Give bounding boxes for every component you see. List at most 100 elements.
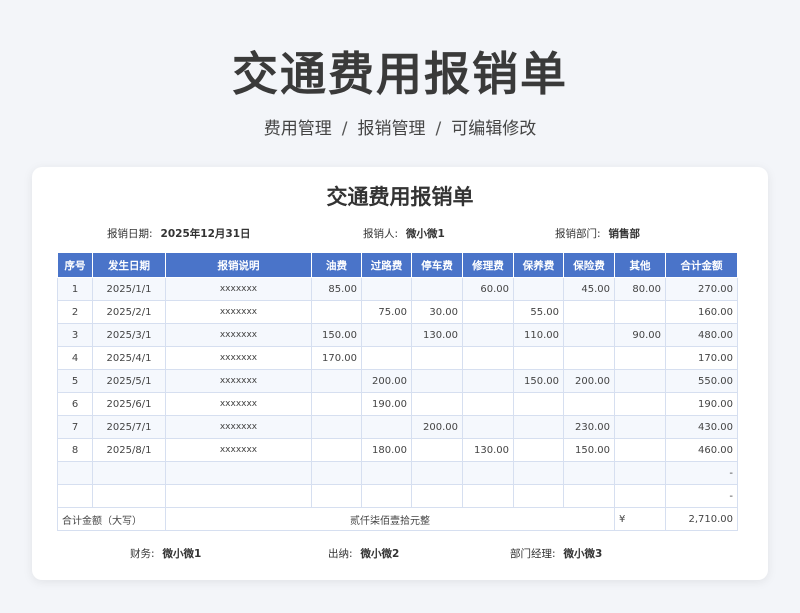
cell-repair[interactable] xyxy=(462,415,514,439)
cell-toll[interactable] xyxy=(361,323,412,347)
cell-maintenance[interactable] xyxy=(513,461,564,485)
cell-description[interactable] xyxy=(165,484,312,508)
cell-other[interactable] xyxy=(614,484,666,508)
cell-maintenance[interactable]: 55.00 xyxy=(513,300,564,324)
cell-subtotal[interactable]: 170.00 xyxy=(665,346,738,370)
footer-cashier-value[interactable]: 微小微2 xyxy=(361,548,400,560)
cell-other[interactable] xyxy=(614,300,666,324)
cell-parking[interactable] xyxy=(411,277,463,301)
cell-description[interactable]: xxxxxxx xyxy=(165,392,312,416)
cell-other[interactable] xyxy=(614,461,666,485)
cell-maintenance[interactable] xyxy=(513,392,564,416)
footer-manager-value[interactable]: 微小微3 xyxy=(564,548,603,560)
cell-subtotal[interactable]: 550.00 xyxy=(665,369,738,393)
cell-repair[interactable]: 130.00 xyxy=(462,438,514,462)
cell-toll[interactable] xyxy=(361,415,412,439)
cell-parking[interactable] xyxy=(411,392,463,416)
cell-description[interactable]: xxxxxxx xyxy=(165,369,312,393)
cell-subtotal[interactable]: 160.00 xyxy=(665,300,738,324)
cell-date[interactable]: 2025/2/1 xyxy=(92,300,166,324)
cell-date[interactable]: 2025/6/1 xyxy=(92,392,166,416)
cell-other[interactable]: 90.00 xyxy=(614,323,666,347)
cell-maintenance[interactable] xyxy=(513,277,564,301)
cell-repair[interactable] xyxy=(462,484,514,508)
cell-subtotal[interactable]: - xyxy=(665,461,738,485)
total-amount[interactable]: 2,710.00 xyxy=(665,507,738,531)
total-amount-words[interactable]: 贰仟柒佰壹拾元整 xyxy=(165,507,615,531)
cell-parking[interactable] xyxy=(411,346,463,370)
cell-insurance[interactable]: 200.00 xyxy=(563,369,615,393)
cell-date[interactable]: 2025/4/1 xyxy=(92,346,166,370)
cell-index[interactable] xyxy=(57,461,93,485)
cell-index[interactable]: 4 xyxy=(57,346,93,370)
cell-maintenance[interactable] xyxy=(513,484,564,508)
cell-insurance[interactable]: 230.00 xyxy=(563,415,615,439)
cell-repair[interactable] xyxy=(462,461,514,485)
cell-fuel[interactable] xyxy=(311,300,362,324)
cell-maintenance[interactable]: 150.00 xyxy=(513,369,564,393)
meta-person-value[interactable]: 微小微1 xyxy=(406,228,445,240)
cell-index[interactable]: 8 xyxy=(57,438,93,462)
cell-date[interactable] xyxy=(92,461,166,485)
cell-index[interactable] xyxy=(57,484,93,508)
meta-dept-value[interactable]: 销售部 xyxy=(609,228,641,240)
cell-repair[interactable]: 60.00 xyxy=(462,277,514,301)
cell-index[interactable]: 2 xyxy=(57,300,93,324)
cell-description[interactable]: xxxxxxx xyxy=(165,346,312,370)
cell-insurance[interactable] xyxy=(563,323,615,347)
cell-fuel[interactable] xyxy=(311,392,362,416)
cell-subtotal[interactable]: 430.00 xyxy=(665,415,738,439)
cell-parking[interactable] xyxy=(411,438,463,462)
cell-parking[interactable] xyxy=(411,484,463,508)
cell-maintenance[interactable]: 110.00 xyxy=(513,323,564,347)
cell-insurance[interactable]: 45.00 xyxy=(563,277,615,301)
cell-date[interactable]: 2025/5/1 xyxy=(92,369,166,393)
cell-date[interactable]: 2025/7/1 xyxy=(92,415,166,439)
cell-toll[interactable]: 180.00 xyxy=(361,438,412,462)
footer-finance-value[interactable]: 微小微1 xyxy=(163,548,202,560)
cell-date[interactable] xyxy=(92,484,166,508)
cell-subtotal[interactable]: 270.00 xyxy=(665,277,738,301)
cell-description[interactable]: xxxxxxx xyxy=(165,277,312,301)
cell-other[interactable] xyxy=(614,438,666,462)
cell-maintenance[interactable] xyxy=(513,438,564,462)
cell-subtotal[interactable]: 480.00 xyxy=(665,323,738,347)
cell-index[interactable]: 1 xyxy=(57,277,93,301)
cell-description[interactable]: xxxxxxx xyxy=(165,415,312,439)
breadcrumb-item-editable[interactable]: 可编辑修改 xyxy=(451,119,536,139)
cell-other[interactable] xyxy=(614,415,666,439)
cell-fuel[interactable] xyxy=(311,484,362,508)
cell-insurance[interactable] xyxy=(563,346,615,370)
cell-index[interactable]: 7 xyxy=(57,415,93,439)
cell-toll[interactable] xyxy=(361,461,412,485)
cell-repair[interactable] xyxy=(462,323,514,347)
cell-parking[interactable] xyxy=(411,369,463,393)
cell-fuel[interactable] xyxy=(311,461,362,485)
cell-other[interactable] xyxy=(614,392,666,416)
cell-date[interactable]: 2025/1/1 xyxy=(92,277,166,301)
cell-parking[interactable]: 30.00 xyxy=(411,300,463,324)
cell-insurance[interactable] xyxy=(563,392,615,416)
cell-fuel[interactable] xyxy=(311,369,362,393)
cell-maintenance[interactable] xyxy=(513,346,564,370)
cell-toll[interactable] xyxy=(361,277,412,301)
cell-insurance[interactable] xyxy=(563,461,615,485)
cell-maintenance[interactable] xyxy=(513,415,564,439)
cell-repair[interactable] xyxy=(462,369,514,393)
cell-insurance[interactable] xyxy=(563,484,615,508)
meta-date-value[interactable]: 2025年12月31日 xyxy=(161,228,251,240)
cell-other[interactable] xyxy=(614,346,666,370)
cell-description[interactable]: xxxxxxx xyxy=(165,323,312,347)
cell-toll[interactable] xyxy=(361,484,412,508)
cell-date[interactable]: 2025/8/1 xyxy=(92,438,166,462)
cell-description[interactable] xyxy=(165,461,312,485)
breadcrumb-item-reimbursement-management[interactable]: 报销管理 xyxy=(358,119,426,139)
cell-fuel[interactable]: 85.00 xyxy=(311,277,362,301)
cell-subtotal[interactable]: 190.00 xyxy=(665,392,738,416)
cell-insurance[interactable] xyxy=(563,300,615,324)
cell-subtotal[interactable]: - xyxy=(665,484,738,508)
cell-toll[interactable] xyxy=(361,346,412,370)
cell-insurance[interactable]: 150.00 xyxy=(563,438,615,462)
cell-repair[interactable] xyxy=(462,300,514,324)
cell-parking[interactable]: 200.00 xyxy=(411,415,463,439)
